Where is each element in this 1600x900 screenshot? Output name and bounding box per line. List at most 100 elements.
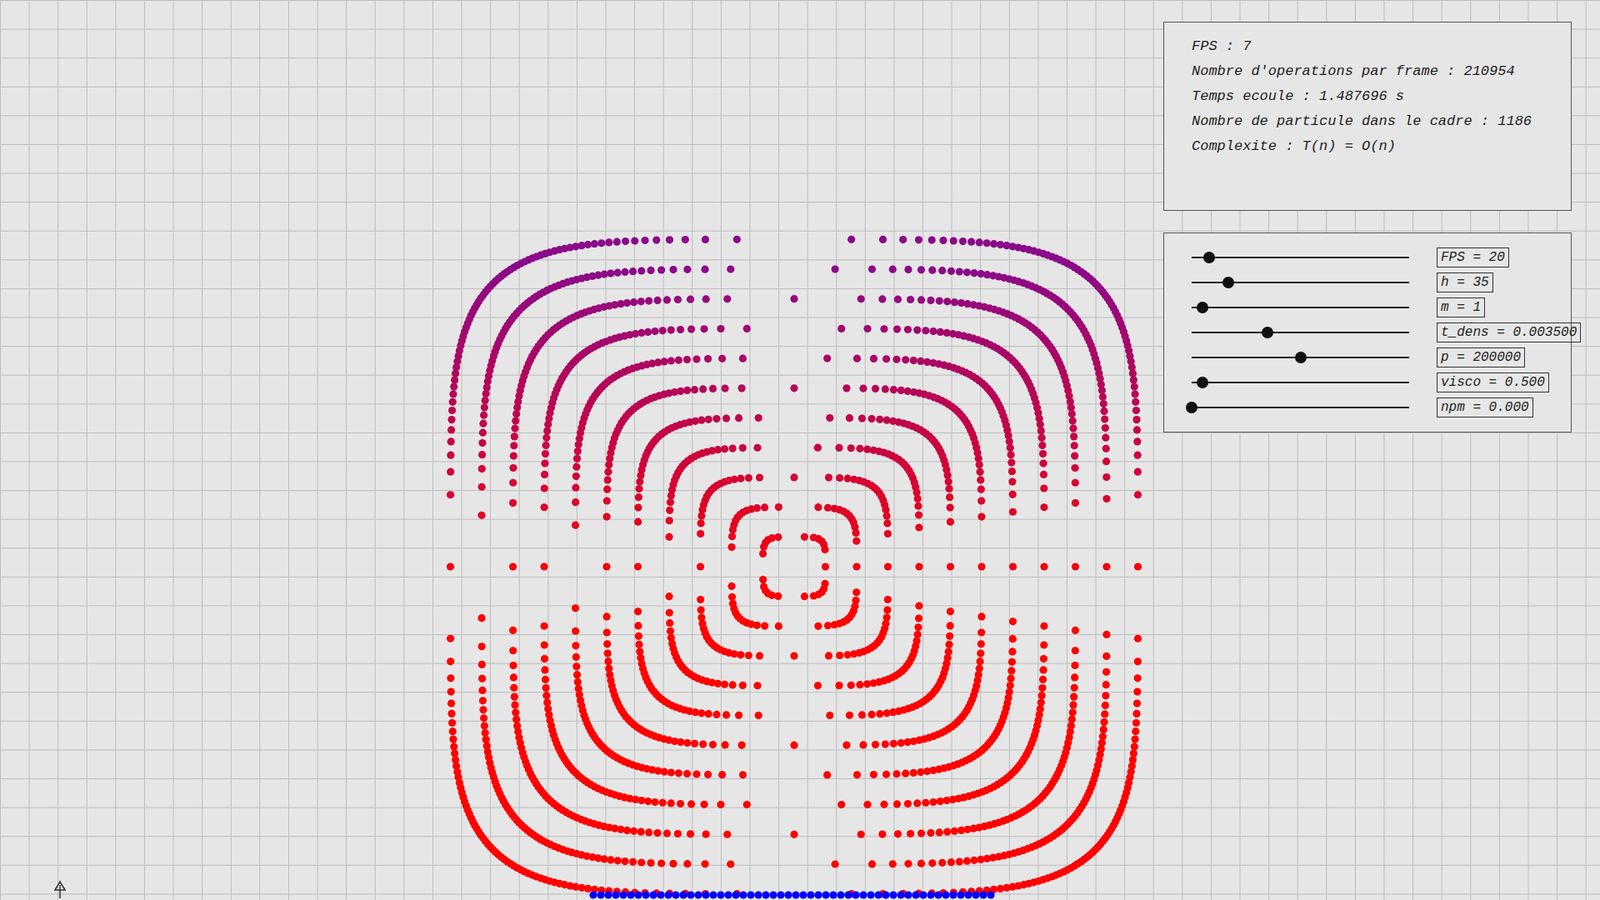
slider-track[interactable] [1191,356,1410,359]
particle [571,627,580,635]
particle [915,235,923,244]
particle [928,859,936,867]
particle [1134,451,1142,460]
particle [447,437,455,445]
slider-knob[interactable] [1222,276,1235,289]
particle [451,755,460,764]
particle [510,424,519,432]
slider-track[interactable] [1191,406,1410,409]
particle [1009,508,1017,516]
particle [946,607,955,615]
particle [571,641,580,650]
particle [540,622,548,630]
particle [1071,499,1080,507]
particle [446,562,455,570]
particle [745,474,753,482]
particle [823,770,831,779]
particle [676,800,685,808]
particle [510,673,518,681]
particle [910,356,918,365]
particle [481,729,490,737]
particle [686,295,695,304]
particle [635,485,643,493]
particle [921,799,930,807]
particle [722,414,730,422]
particle [775,622,783,630]
particle [983,239,991,247]
slider-knob[interactable] [1185,401,1198,414]
slider-knob[interactable] [1203,251,1215,264]
particle [1102,668,1110,676]
particle [590,240,599,248]
particle [727,543,735,551]
particle [665,516,674,525]
slider-track[interactable] [1191,331,1410,334]
particle [1070,661,1079,670]
particle [1133,437,1141,445]
slider-knob[interactable] [1261,326,1274,339]
particle [571,484,580,492]
floor-particle [859,890,867,899]
info-line: Complexite : T(n) = O(n) [1191,134,1563,160]
particle [712,415,720,423]
slider-knob[interactable] [1196,301,1209,314]
particle [541,675,550,684]
particle [644,797,652,805]
particle [720,445,729,453]
particle [720,384,729,392]
particle [669,860,677,868]
particle [663,829,671,837]
particle [602,562,610,570]
particle [790,652,798,660]
particle [478,439,486,447]
particle [683,770,691,778]
particle [755,651,764,660]
slider-track[interactable] [1191,306,1410,309]
particle [1039,665,1047,674]
particle [613,238,621,246]
particle [858,710,866,719]
particle [880,325,888,333]
particle [977,628,985,636]
particle [1007,675,1015,683]
particle [509,646,517,655]
particle [726,265,735,273]
particle [510,452,518,460]
particle [870,770,878,779]
particle [1008,477,1016,485]
particle [606,270,615,278]
particle [1134,657,1142,665]
info-line: Temps ecoule : 1.487696 s [1191,84,1563,110]
particle [917,265,925,274]
particle [665,506,674,515]
slider-track[interactable] [1191,256,1410,259]
particle [573,670,581,679]
particle [540,665,549,674]
particle [723,295,731,303]
particle [743,800,751,809]
particle [700,800,708,809]
particle [667,634,675,642]
particle [955,857,964,865]
particle [646,859,655,867]
particle [950,236,958,245]
particle [540,484,549,492]
particle [917,295,925,304]
particle [1038,441,1046,450]
particle [630,827,638,835]
particle [637,297,645,305]
floor-particle [649,890,657,899]
particle [1040,640,1048,649]
particle [875,710,884,718]
particle [939,236,947,245]
slider-knob[interactable] [1196,376,1209,389]
particle [739,681,747,690]
slider-knob[interactable] [1295,351,1307,364]
floor-particle [851,890,860,899]
particle [697,519,705,527]
particle [571,604,580,612]
floor-particle [641,890,650,899]
slider-track[interactable] [1191,381,1410,384]
slider-track[interactable] [1191,281,1410,284]
particle [1102,457,1110,465]
